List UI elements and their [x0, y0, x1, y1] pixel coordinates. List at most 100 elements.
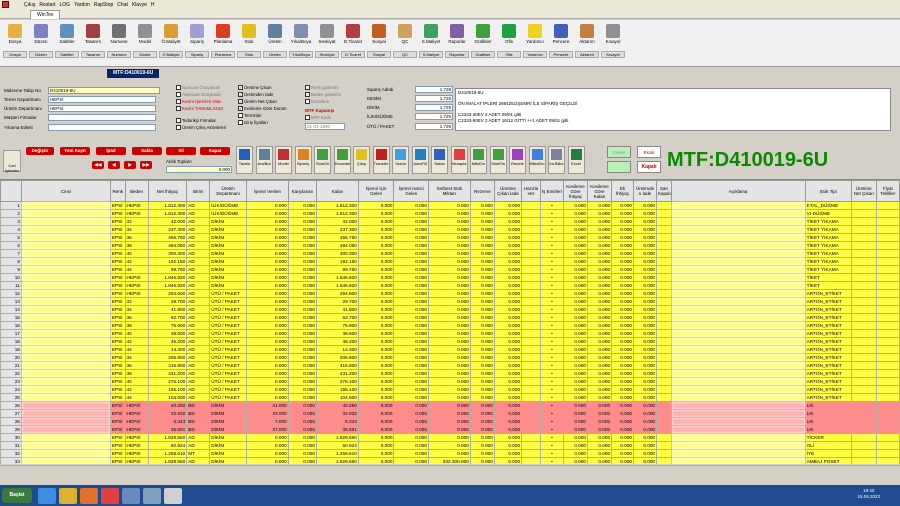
table-cell[interactable]: 0.000	[611, 449, 635, 458]
table-cell[interactable]: 0.000	[633, 257, 658, 266]
table-cell[interactable]: 0.000	[469, 281, 495, 290]
action-yazdr-button[interactable]: Yazdır	[392, 146, 409, 174]
table-cell[interactable]: 0.000	[562, 321, 589, 330]
table-cell[interactable]: 0.000	[611, 233, 635, 242]
table-cell[interactable]	[670, 361, 806, 370]
column-header[interactable]: Stok Tipi	[804, 180, 852, 202]
table-cell[interactable]: 28	[0, 417, 22, 426]
table-cell[interactable]: 0.000	[287, 449, 318, 458]
table-cell[interactable]: 40.250	[316, 401, 359, 410]
table-cell[interactable]: 1.812.300	[316, 201, 359, 210]
table-cell[interactable]: EPSİ	[109, 233, 126, 242]
toolbar-tasarm-button[interactable]: Tasarım Tasarım	[80, 20, 106, 66]
table-cell[interactable]	[670, 369, 806, 378]
table-cell[interactable]: 0.000	[287, 361, 318, 370]
table-cell[interactable]: 0.000	[357, 345, 395, 354]
table-cell[interactable]: 0.000	[245, 257, 289, 266]
table-cell[interactable]	[670, 265, 806, 274]
table-cell[interactable]	[20, 241, 111, 250]
table-cell[interactable]	[20, 417, 111, 426]
duzeltme-check[interactable]: Düzeltme	[305, 99, 329, 104]
table-cell[interactable]: AD	[186, 209, 211, 218]
table-cell[interactable]	[875, 361, 900, 370]
table-row[interactable]: 8 EPSİ 42 192.150 AD DİKİM 0.000 0.000 192.150 0.…	[0, 257, 900, 266]
table-cell[interactable]: 415.800	[316, 361, 359, 370]
table-cell[interactable]: 2	[0, 209, 22, 218]
table-cell[interactable]	[850, 433, 877, 442]
table-cell[interactable]: 0.000	[586, 433, 613, 442]
table-cell[interactable]: 0.000	[586, 321, 613, 330]
table-cell[interactable]: 1.829.560	[316, 433, 359, 442]
action-hesapla-button[interactable]: Hesapla	[450, 146, 468, 174]
table-cell[interactable]: 0.000	[633, 377, 658, 386]
table-cell[interactable]: 44	[124, 265, 149, 274]
table-cell[interactable]: 0.000	[393, 273, 429, 282]
table-cell[interactable]: EPSİ	[109, 377, 126, 386]
table-cell[interactable]: 38.500	[147, 329, 188, 338]
table-cell[interactable]	[850, 201, 877, 210]
table-cell[interactable]: 0.000	[493, 233, 523, 242]
table-cell[interactable]: 0.000	[586, 201, 613, 210]
table-cell[interactable]: 0.000	[357, 273, 395, 282]
table-cell[interactable]: 0.000	[493, 385, 523, 394]
table-cell[interactable]: 0.000	[611, 425, 635, 434]
table-cell[interactable]: ÜTÜ / PAKET	[209, 353, 247, 362]
table-cell[interactable]	[656, 273, 672, 282]
column-header[interactable]: Cinsi	[20, 180, 111, 202]
table-cell[interactable]: 0.000	[427, 201, 471, 210]
toolbar-dropdown[interactable]: Sevkiyat	[315, 51, 339, 58]
table-cell[interactable]: ETAL_DÜĞME	[804, 201, 852, 210]
note-memo[interactable]: D410019-6U ÖN İMALAT İPLERİ 2884251İŞEMRİ…	[455, 88, 891, 131]
table-cell[interactable]: 0.000	[633, 433, 658, 442]
table-cell[interactable]: 0.000	[245, 321, 289, 330]
table-cell[interactable]: AD	[186, 201, 211, 210]
table-cell[interactable]: 42	[124, 257, 149, 266]
table-cell[interactable]: 41.800	[147, 305, 188, 314]
table-cell[interactable]: TİKET	[804, 273, 852, 282]
table-cell[interactable]: 0.000	[562, 353, 589, 362]
toolbar-dticaret-button[interactable]: D.Ticaret D.Ticaret	[340, 20, 366, 66]
table-row[interactable]: 11 EPSİ HEPSİ 1.846.820 AD DİKİM 0.000 0.000 1.8…	[0, 281, 900, 290]
table-cell[interactable]: DİKİM	[209, 281, 247, 290]
table-cell[interactable]: 31	[0, 441, 22, 450]
table-cell[interactable]	[670, 257, 806, 266]
table-row[interactable]: 1 EPSİ HEPSİ 1.812.300 AD İLİK/DÜĞME 0.000 0.00…	[0, 201, 900, 210]
table-cell[interactable]: TİKET YIKAMA	[804, 257, 852, 266]
table-cell[interactable]	[670, 281, 806, 290]
table-cell[interactable]: 0.000	[562, 305, 589, 314]
table-cell[interactable]: ÜTÜ / PAKET	[209, 377, 247, 386]
table-cell[interactable]: 0.000	[393, 369, 429, 378]
table-cell[interactable]: 16	[0, 321, 22, 330]
table-cell[interactable]: 60.924	[316, 441, 359, 450]
kesileme-gore-check[interactable]: ✓ Kesileme Göre Durum	[238, 106, 287, 111]
table-cell[interactable]: 40	[124, 249, 149, 258]
table-cell[interactable]: •	[539, 209, 564, 218]
table-cell[interactable]: TİKET YIKAMA	[804, 249, 852, 258]
table-cell[interactable]: 276.100	[147, 377, 188, 386]
table-cell[interactable]: 0.000	[393, 289, 429, 298]
table-cell[interactable]	[20, 217, 111, 226]
table-cell[interactable]: 0.000	[427, 449, 471, 458]
table-cell[interactable]: 0.000	[493, 225, 523, 234]
table-cell[interactable]: 0.000	[611, 265, 635, 274]
table-cell[interactable]: 0.000	[562, 361, 589, 370]
table-cell[interactable]	[20, 257, 111, 266]
table-cell[interactable]: 300.300	[147, 249, 188, 258]
table-cell[interactable]	[670, 377, 806, 386]
toolbar-dropdown[interactable]: Tasarım	[81, 51, 105, 58]
table-cell[interactable]	[656, 361, 672, 370]
table-cell[interactable]: 0.000	[562, 257, 589, 266]
table-cell[interactable]: 0.000	[393, 345, 429, 354]
table-cell[interactable]: 0.000	[633, 385, 658, 394]
table-cell[interactable]	[875, 377, 900, 386]
table-cell[interactable]: 8	[0, 257, 22, 266]
table-row[interactable]: 21 EPSİ 36 415.800 AD ÜTÜ / PAKET 0.000 0.000 41…	[0, 361, 900, 370]
table-cell[interactable]	[521, 377, 541, 386]
table-cell[interactable]: 0.000	[427, 273, 471, 282]
table-cell[interactable]	[850, 297, 877, 306]
table-row[interactable]: 3 EPSİ 32 42.000 AD DİKİM 0.000 0.000 42.000 0.00…	[0, 217, 900, 226]
table-cell[interactable]	[850, 361, 877, 370]
cikis-aktivite-check[interactable]: Üretim Çıkış Aktiviteleri	[176, 125, 226, 130]
table-cell[interactable]: 14.300	[316, 345, 359, 354]
table-cell[interactable]: 6	[0, 241, 22, 250]
